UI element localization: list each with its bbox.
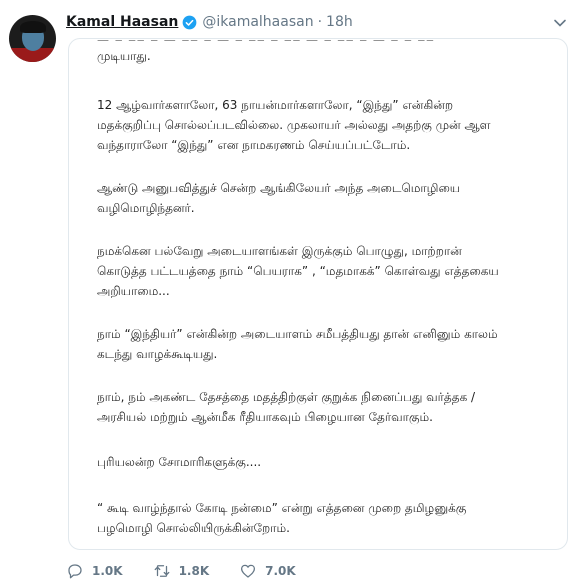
reply-count: 1.0K [92, 564, 123, 578]
avatar-hair [20, 21, 46, 33]
tweet-timestamp[interactable]: 18h [326, 14, 353, 30]
retweet-count: 1.8K [178, 564, 210, 578]
paragraph-4: நமக்கென பல்வேறு அடையாளங்கள் இருக்கும் பொ… [97, 244, 499, 298]
separator-dot: · [317, 14, 323, 30]
paragraph-2: 12 ஆழ்வார்களாலோ, 63 நாயன்மார்களாலோ, “இந்… [97, 98, 491, 152]
tweet-header: Kamal Haasan @ikamalhaasan · 18h [66, 11, 353, 33]
retweet-icon [154, 565, 169, 577]
paragraph-1: முடியாது. [97, 49, 151, 63]
tweet-actions: 1.0K 1.8K 7.0K [66, 562, 326, 580]
reply-icon [68, 564, 82, 579]
author-name[interactable]: Kamal Haasan [66, 14, 178, 30]
verified-badge-icon [182, 15, 197, 30]
reply-button[interactable]: 1.0K [66, 562, 123, 580]
avatar[interactable] [9, 15, 56, 62]
tweet-image-card[interactable]: — ‒ ‒‒ ‒ — ‒‒ ‒ — ‒ ‒‒ ‒ ‒‒ — ‒ ‒‒ ‒ — ‒… [68, 38, 568, 550]
like-count: 7.0K [265, 564, 296, 578]
paragraph-5: நாம் “இந்தியர்” என்கின்ற அடையாளம் சமீபத்… [97, 327, 498, 361]
clipped-text-line: — ‒ ‒‒ ‒ — ‒‒ ‒ — ‒ ‒‒ ‒ ‒‒ — ‒ ‒‒ ‒ — ‒… [97, 39, 435, 42]
retweet-button[interactable]: 1.8K [153, 562, 210, 580]
chevron-down-icon[interactable] [553, 15, 567, 29]
paragraph-3: ஆண்டு அனுபவித்துச் சென்ற ஆங்கிலேயர் அந்த… [97, 181, 461, 215]
author-handle[interactable]: @ikamalhaasan [202, 14, 313, 30]
paragraph-6: நாம், நம் அகண்ட தேசத்தை மதத்திற்குள் குற… [97, 390, 476, 424]
paragraph-8: “ கூடி வாழ்ந்தால் கோடி நன்மை” என்று எத்த… [97, 501, 467, 535]
paragraph-7: புரியலன்ற சோமாரிகளுக்கு.... [97, 455, 262, 469]
heart-icon [241, 564, 256, 578]
like-button[interactable]: 7.0K [239, 562, 296, 580]
tweet: Kamal Haasan @ikamalhaasan · 18h — ‒ ‒‒ … [0, 0, 581, 584]
